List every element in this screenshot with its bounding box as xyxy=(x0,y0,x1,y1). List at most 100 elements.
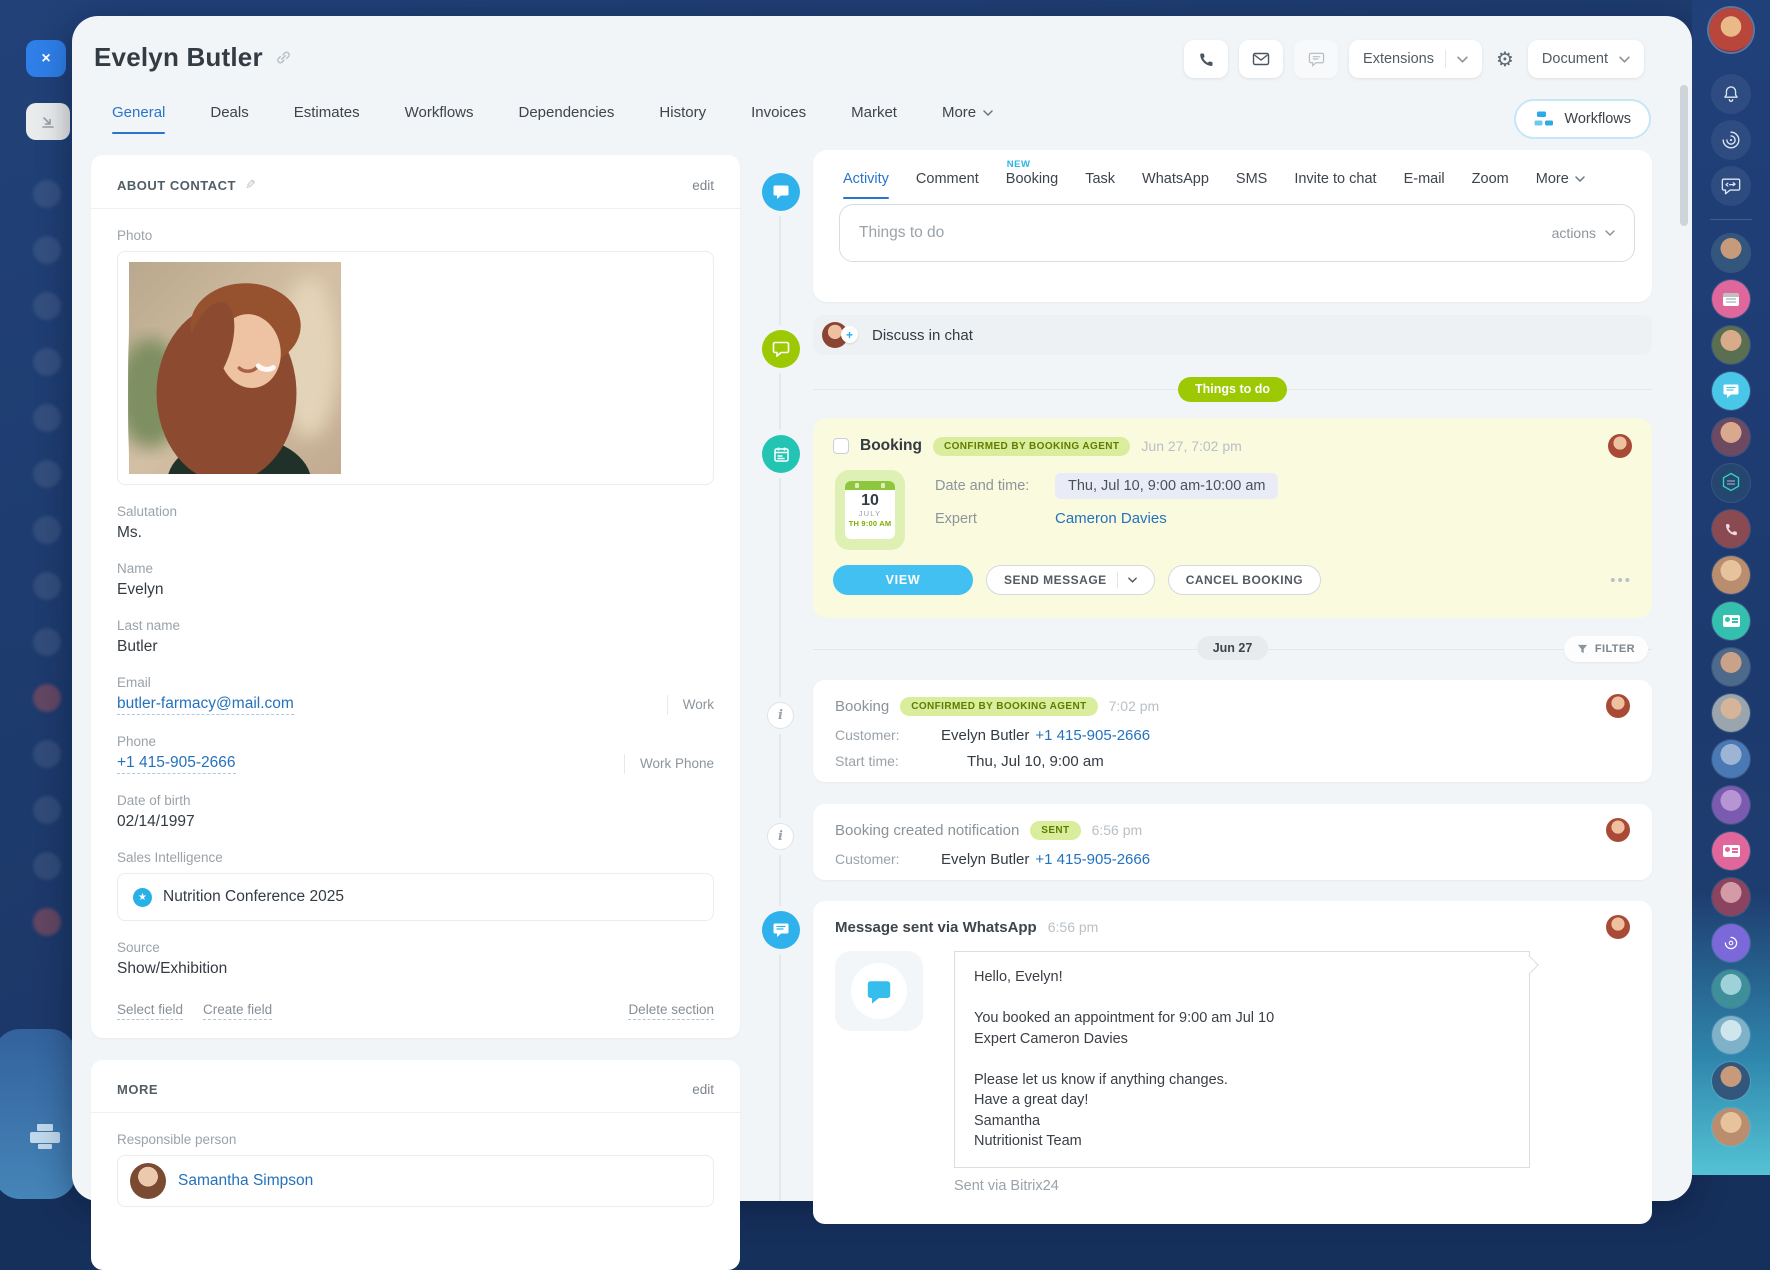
booking-rail-icon[interactable] xyxy=(762,435,800,473)
chat-item-spiral[interactable] xyxy=(1712,924,1750,962)
tab-comment[interactable]: Comment xyxy=(916,171,979,199)
tab-more[interactable]: More xyxy=(942,104,993,134)
dob-value[interactable]: 02/14/1997 xyxy=(117,813,714,831)
chat-item-messages[interactable] xyxy=(1712,372,1750,410)
tab-market[interactable]: Market xyxy=(851,104,897,134)
responsible-person-field[interactable]: Samantha Simpson xyxy=(117,1155,714,1207)
discuss-in-chat-row[interactable]: + Discuss in chat xyxy=(813,315,1652,355)
chat-avatar[interactable] xyxy=(1712,1108,1750,1146)
filter-button[interactable]: FILTER xyxy=(1563,636,1648,662)
chat-item-contact-card[interactable] xyxy=(1712,602,1750,640)
chat-avatar[interactable] xyxy=(1712,970,1750,1008)
tab-workflows[interactable]: Workflows xyxy=(405,104,474,134)
sales-intelligence-field[interactable]: ★ Nutrition Conference 2025 xyxy=(117,873,714,921)
edit-link[interactable]: edit xyxy=(692,178,714,193)
tab-email[interactable]: E-mail xyxy=(1404,171,1445,199)
email-value[interactable]: butler-farmacy@mail.com xyxy=(117,695,294,715)
chat-button[interactable] xyxy=(1294,40,1339,78)
timeline-entry-notification[interactable]: Booking created notification SENT 6:56 p… xyxy=(813,804,1652,880)
timeline-entry-booking[interactable]: Booking CONFIRMED BY BOOKING AGENT 7:02 … xyxy=(813,680,1652,782)
cancel-booking-button[interactable]: CANCEL BOOKING xyxy=(1167,565,1322,595)
chat-avatar[interactable] xyxy=(1712,786,1750,824)
tab-estimates[interactable]: Estimates xyxy=(294,104,360,134)
collapse-panel-button[interactable] xyxy=(26,103,70,140)
document-dropdown[interactable]: Document xyxy=(1527,40,1644,78)
tab-sms[interactable]: SMS xyxy=(1236,171,1267,199)
info-rail-icon[interactable]: i xyxy=(767,702,794,729)
tab-dependencies[interactable]: Dependencies xyxy=(519,104,615,134)
tab-general[interactable]: General xyxy=(112,104,166,134)
chat-rail-icon[interactable] xyxy=(762,330,800,368)
user-avatar[interactable] xyxy=(1709,8,1753,52)
chat-avatar[interactable] xyxy=(1712,326,1750,364)
tab-more[interactable]: More xyxy=(1536,171,1585,199)
scrollbar[interactable] xyxy=(1680,85,1688,226)
view-button[interactable]: VIEW xyxy=(833,565,973,595)
todo-input[interactable] xyxy=(859,224,1552,242)
more-actions-button[interactable]: ••• xyxy=(1610,572,1632,589)
chat-item-contact-card[interactable] xyxy=(1712,832,1750,870)
chat-item-call[interactable] xyxy=(1712,510,1750,548)
extensions-dropdown[interactable]: Extensions xyxy=(1349,40,1482,78)
notifications-button[interactable] xyxy=(1711,74,1751,114)
email-button[interactable] xyxy=(1239,40,1284,78)
chat-avatar[interactable] xyxy=(1712,418,1750,456)
send-message-button[interactable]: SEND MESSAGE xyxy=(986,565,1155,595)
chat-avatar[interactable] xyxy=(1712,1062,1750,1100)
calendar-tile[interactable]: 10 JULY TH 9:00 AM xyxy=(835,470,905,550)
activity-stream-icon[interactable] xyxy=(762,173,800,211)
tab-invite-to-chat[interactable]: Invite to chat xyxy=(1294,171,1376,199)
chat-avatar[interactable] xyxy=(1712,740,1750,778)
booking-timestamp: Jun 27, 7:02 pm xyxy=(1141,438,1242,454)
booking-checkbox[interactable] xyxy=(833,438,849,454)
message-rail-icon[interactable] xyxy=(762,911,800,949)
settings-button[interactable]: ⚙ xyxy=(1493,47,1517,72)
tab-booking[interactable]: NEW Booking xyxy=(1006,159,1058,199)
chat-avatar[interactable] xyxy=(1712,234,1750,272)
tab-zoom[interactable]: Zoom xyxy=(1472,171,1509,199)
todo-input-box[interactable]: actions xyxy=(839,204,1635,262)
chat-avatar[interactable] xyxy=(1712,694,1750,732)
phone-label: Phone xyxy=(117,734,157,749)
tab-whatsapp[interactable]: WhatsApp xyxy=(1142,171,1209,199)
customer-phone-link[interactable]: +1 415-905-2666 xyxy=(1035,727,1150,744)
name-value[interactable]: Evelyn xyxy=(117,581,714,599)
chat-avatar[interactable] xyxy=(1712,878,1750,916)
expert-name-link[interactable]: Cameron Davies xyxy=(1055,510,1167,527)
chat-item-hexagon[interactable] xyxy=(1712,464,1750,502)
support-button[interactable] xyxy=(1711,120,1751,160)
select-field-link[interactable]: Select field xyxy=(117,1002,184,1020)
chat-transfer-button[interactable] xyxy=(1711,166,1751,206)
salutation-value[interactable]: Ms. xyxy=(117,524,714,542)
timeline-entry-whatsapp[interactable]: Message sent via WhatsApp 6:56 pm Hello,… xyxy=(813,901,1652,1224)
tab-task[interactable]: Task xyxy=(1085,171,1115,199)
chat-avatar[interactable] xyxy=(1712,1016,1750,1054)
tab-history[interactable]: History xyxy=(659,104,706,134)
link-icon[interactable] xyxy=(275,49,292,66)
chat-avatar[interactable] xyxy=(1712,556,1750,594)
phone-icon xyxy=(1725,523,1737,535)
tab-invoices[interactable]: Invoices xyxy=(751,104,806,134)
pencil-icon[interactable]: ✎ xyxy=(245,177,256,193)
actions-dropdown[interactable]: actions xyxy=(1552,225,1615,241)
chat-avatar[interactable] xyxy=(1712,648,1750,686)
source-value[interactable]: Show/Exhibition xyxy=(117,960,714,978)
call-button[interactable] xyxy=(1184,40,1229,78)
info-rail-icon[interactable]: i xyxy=(767,823,794,850)
create-field-link[interactable]: Create field xyxy=(203,1002,273,1020)
edit-link[interactable]: edit xyxy=(692,1082,714,1097)
about-panel-header: ABOUT CONTACT ✎ edit xyxy=(117,177,714,193)
workflows-button[interactable]: Workflows xyxy=(1514,99,1651,139)
entry-title: Booking xyxy=(835,697,890,715)
last-name-value[interactable]: Butler xyxy=(117,638,714,656)
tab-deals[interactable]: Deals xyxy=(210,104,248,134)
date-separator[interactable]: Jun 27 xyxy=(1196,636,1269,660)
chat-item-calendar[interactable] xyxy=(1712,280,1750,318)
close-button[interactable]: × xyxy=(26,40,66,77)
tab-activity[interactable]: Activity xyxy=(843,171,889,199)
printer-icon[interactable] xyxy=(30,1124,60,1150)
delete-section-link[interactable]: Delete section xyxy=(628,1002,714,1020)
photo-field[interactable] xyxy=(117,251,714,485)
customer-phone-link[interactable]: +1 415-905-2666 xyxy=(1035,851,1150,868)
phone-value[interactable]: +1 415-905-2666 xyxy=(117,754,236,774)
